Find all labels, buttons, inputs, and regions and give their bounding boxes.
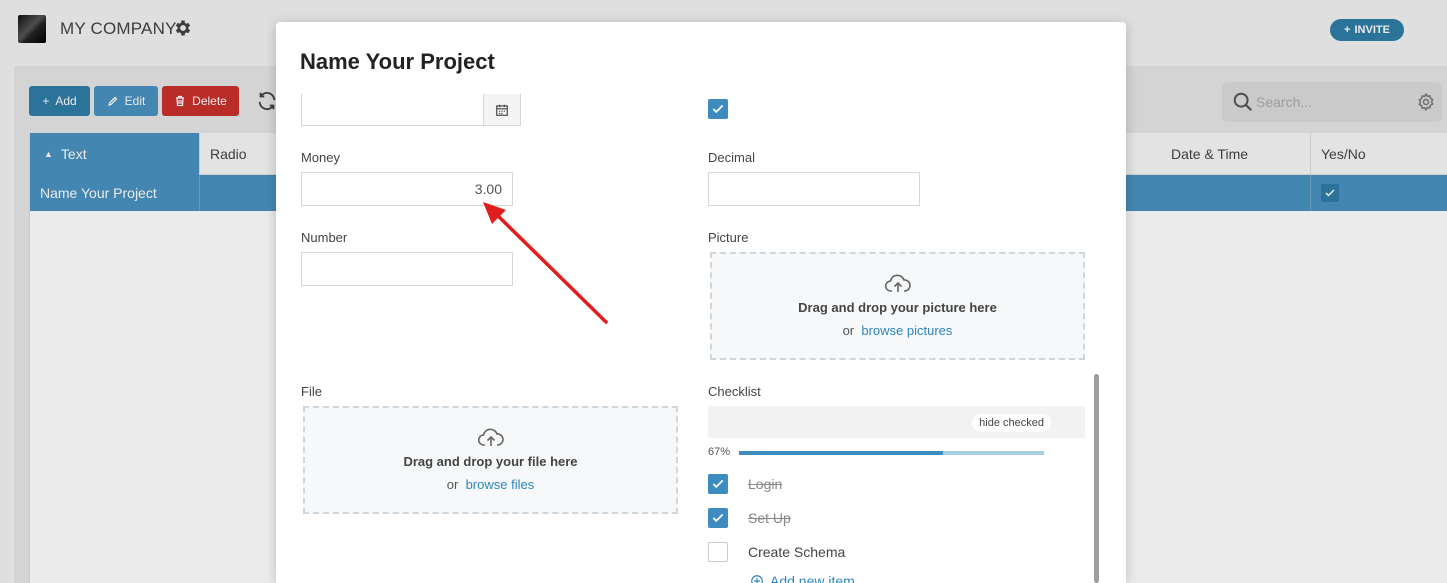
check-icon: [712, 479, 724, 489]
date-input[interactable]: [301, 94, 485, 126]
browse-pictures-link[interactable]: browse pictures: [861, 323, 952, 338]
checklist-progress-label: 67%: [708, 446, 731, 458]
file-or-text: or: [446, 477, 459, 492]
checklist-item[interactable]: Create Schema: [708, 541, 845, 563]
checklist-item-checkbox[interactable]: [708, 508, 728, 528]
picture-or-text: or: [842, 323, 855, 338]
browse-files-link[interactable]: browse files: [466, 477, 535, 492]
record-modal: Name Your Project Money Decimal Number P…: [276, 22, 1126, 583]
hide-checked-button[interactable]: hide checked: [972, 414, 1051, 432]
checklist-item-label[interactable]: Create Schema: [748, 544, 845, 560]
checklist-item-label[interactable]: Set Up: [748, 510, 791, 526]
file-dropzone[interactable]: Drag and drop your file here or browse f…: [303, 406, 678, 514]
money-input[interactable]: [301, 172, 513, 206]
checklist-toolbar: hide checked: [708, 406, 1085, 438]
modal-title: Name Your Project: [300, 49, 495, 74]
checklist-label: Checklist: [708, 384, 761, 399]
modal-scrollbar[interactable]: [1094, 374, 1099, 583]
add-item-label: Add new item: [770, 573, 855, 583]
file-drop-sub: or browse files: [447, 477, 534, 492]
top-checkbox[interactable]: [708, 99, 728, 119]
checklist-item-label[interactable]: Login: [748, 476, 782, 492]
money-label: Money: [301, 150, 341, 165]
check-icon: [712, 104, 724, 114]
checklist-progress-fill: [739, 451, 944, 455]
file-label: File: [301, 384, 322, 399]
decimal-input[interactable]: [708, 172, 920, 206]
picture-drop-title: Drag and drop your picture here: [798, 300, 997, 315]
picture-dropzone[interactable]: Drag and drop your picture here or brows…: [710, 252, 1085, 360]
checklist-item[interactable]: Set Up: [708, 507, 791, 529]
file-drop-title: Drag and drop your file here: [403, 454, 578, 469]
add-checklist-item-button[interactable]: Add new item: [750, 573, 855, 583]
picture-drop-sub: or browse pictures: [843, 323, 953, 338]
checklist-item-checkbox[interactable]: [708, 542, 728, 562]
decimal-label: Decimal: [708, 150, 755, 165]
picture-label: Picture: [708, 230, 749, 245]
checklist-item-checkbox[interactable]: [708, 474, 728, 494]
checklist-progress-bar: [739, 451, 1044, 455]
plus-circle-icon: [751, 575, 763, 583]
checklist-item[interactable]: Login: [708, 473, 782, 495]
number-input[interactable]: [301, 252, 513, 286]
number-label: Number: [301, 230, 348, 245]
calendar-icon: [496, 104, 508, 116]
check-icon: [712, 513, 724, 523]
calendar-button[interactable]: [483, 94, 521, 126]
cloud-upload-icon: [477, 428, 504, 446]
cloud-upload-icon: [884, 274, 911, 292]
